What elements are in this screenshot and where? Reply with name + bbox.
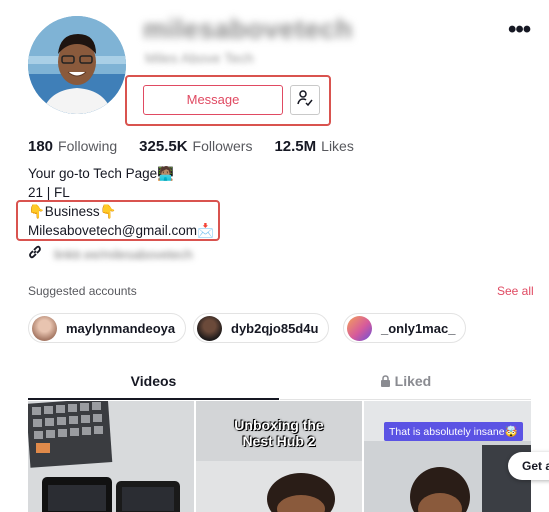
video-image: [28, 401, 194, 512]
video-image: [364, 401, 531, 512]
suggested-title: Suggested accounts: [28, 284, 137, 298]
user-check-icon: [296, 89, 314, 112]
lock-icon: [380, 373, 395, 389]
video-caption: That is absolutely insane🤯: [384, 422, 523, 441]
more-dots-icon[interactable]: •••: [508, 18, 532, 44]
video-thumbnail[interactable]: That is absolutely insane🤯: [364, 401, 531, 512]
profile-tabs: Videos Liked: [28, 364, 531, 400]
avatar: [197, 315, 222, 341]
profile-link[interactable]: linktr.ee/milesabovetech: [28, 245, 193, 264]
avatar: [32, 315, 57, 341]
video-caption: Unboxing the Nest Hub 2: [234, 417, 324, 449]
tab-liked-label: Liked: [394, 373, 432, 389]
stat-likes: 12.5M Likes: [274, 138, 354, 155]
profile-nickname: Miles Above Tech: [145, 50, 254, 66]
suggested-account-name: _only1mac_: [381, 320, 456, 336]
profile-avatar[interactable]: [28, 16, 126, 114]
tab-videos[interactable]: Videos: [28, 364, 279, 400]
video-thumbnail[interactable]: Unboxing the Nest Hub 2: [196, 401, 362, 512]
get-app-button[interactable]: Get a: [508, 452, 549, 480]
see-all-link[interactable]: See all: [497, 284, 534, 298]
suggested-account-name: dyb2qjo85d4u: [231, 320, 319, 336]
follow-status-button[interactable]: [290, 85, 320, 115]
suggested-account-chip[interactable]: _only1mac_: [343, 313, 467, 343]
highlight-box-contact: [16, 200, 220, 241]
video-thumbnail[interactable]: [28, 401, 194, 512]
profile-username: milesabovetech: [143, 14, 353, 44]
profile-stats: 180 Following 325.5K Followers 12.5M Likes: [28, 138, 376, 155]
suggested-account-chip[interactable]: dyb2qjo85d4u: [193, 313, 330, 343]
tab-liked[interactable]: Liked: [280, 364, 531, 400]
stat-following[interactable]: 180 Following: [28, 138, 117, 155]
link-icon: [28, 245, 42, 264]
stat-followers[interactable]: 325.5K Followers: [139, 138, 252, 155]
suggested-account-name: maylynmandeoya: [66, 320, 176, 336]
link-text[interactable]: linktr.ee/milesabovetech: [54, 247, 193, 262]
message-button[interactable]: Message: [143, 85, 283, 115]
avatar: [347, 315, 372, 341]
bio-line: Your go-to Tech Page🧑🏽‍💻: [28, 166, 174, 181]
suggested-account-chip[interactable]: maylynmandeoya: [28, 313, 187, 343]
